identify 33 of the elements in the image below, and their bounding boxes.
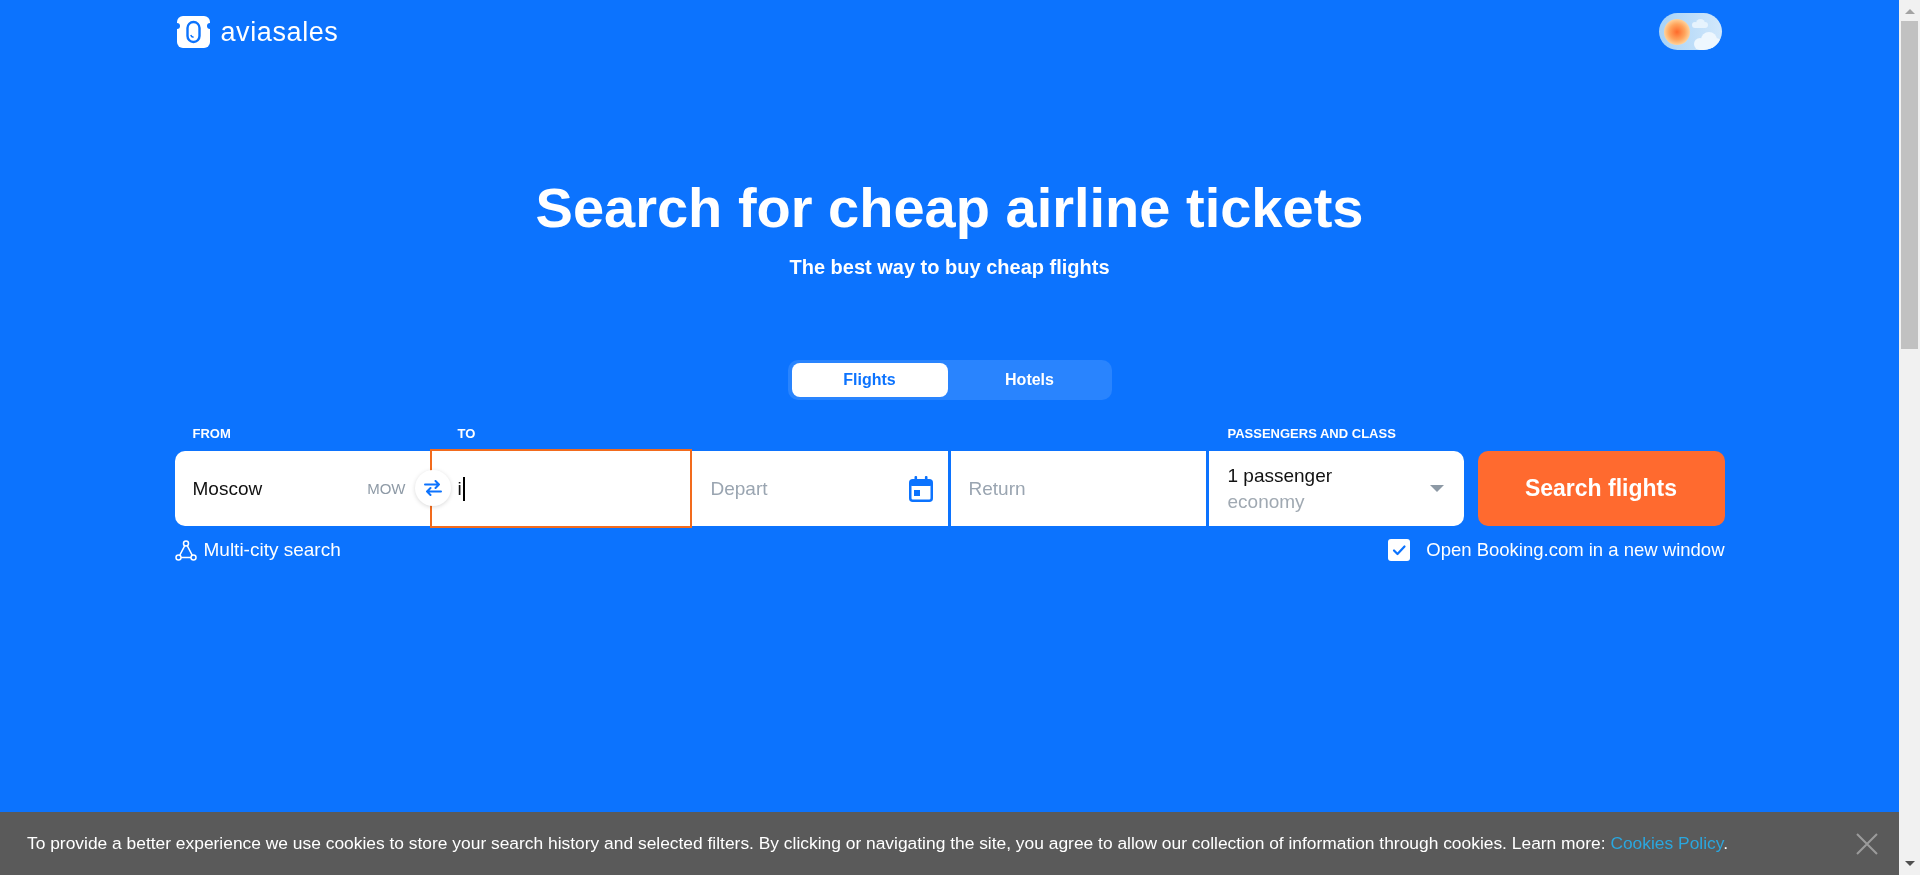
return-date-field[interactable]: Return bbox=[950, 451, 1206, 526]
page-subtitle: The best way to buy cheap flights bbox=[788, 255, 1111, 279]
field-label: FROM bbox=[192, 426, 231, 442]
cloud-icon bbox=[1693, 32, 1722, 50]
search-type-tab[interactable]: Hotels bbox=[951, 363, 1108, 397]
theme-toggle[interactable] bbox=[1658, 13, 1722, 50]
from-field[interactable]: Moscow MOW bbox=[174, 451, 430, 526]
search-type-tab[interactable]: Flights bbox=[791, 363, 948, 397]
scroll-up-arrow-icon[interactable] bbox=[1904, 9, 1915, 14]
cookies-policy-link[interactable]: Cookies Policy bbox=[1610, 833, 1724, 853]
ticket-icon bbox=[176, 15, 210, 48]
scroll-down-arrow-icon[interactable] bbox=[1904, 861, 1915, 866]
cloud-icon bbox=[1691, 19, 1708, 28]
close-icon bbox=[1856, 832, 1878, 855]
sun-icon bbox=[1663, 18, 1690, 45]
field-label: TO bbox=[457, 426, 476, 442]
passengers-dropdown[interactable]: 1 passenger economy bbox=[1208, 451, 1464, 526]
calendar-icon bbox=[908, 475, 933, 502]
multi-city-link[interactable]: Multi-city search bbox=[174, 539, 341, 561]
caret-down-icon bbox=[1429, 485, 1444, 492]
close-button[interactable] bbox=[1856, 832, 1878, 855]
triangle-nodes-icon bbox=[174, 539, 197, 561]
scrollbar-thumb[interactable] bbox=[1901, 21, 1918, 349]
search-flights-button[interactable]: Search flights bbox=[1477, 451, 1725, 526]
cookie-notice: To provide a better experience we use cookies to store your search history and selected filters. By clicking or navigating the site, you agree to allow our collection of information through cookies. Learn more: Cookies Policy. bbox=[27, 833, 1728, 854]
swap-arrows-icon bbox=[423, 480, 442, 496]
field-label: PASSENGERS AND CLASS bbox=[1227, 426, 1396, 442]
to-field[interactable]: i bbox=[429, 449, 692, 528]
page-title: Search for cheap airline tickets bbox=[534, 176, 1365, 240]
logo-link[interactable]: aviasales bbox=[176, 15, 339, 48]
checkbox-label: Open Booking.com in a new window bbox=[1426, 539, 1725, 561]
booking-checkbox[interactable] bbox=[1388, 539, 1411, 561]
depart-date-field[interactable]: Depart bbox=[691, 451, 948, 526]
